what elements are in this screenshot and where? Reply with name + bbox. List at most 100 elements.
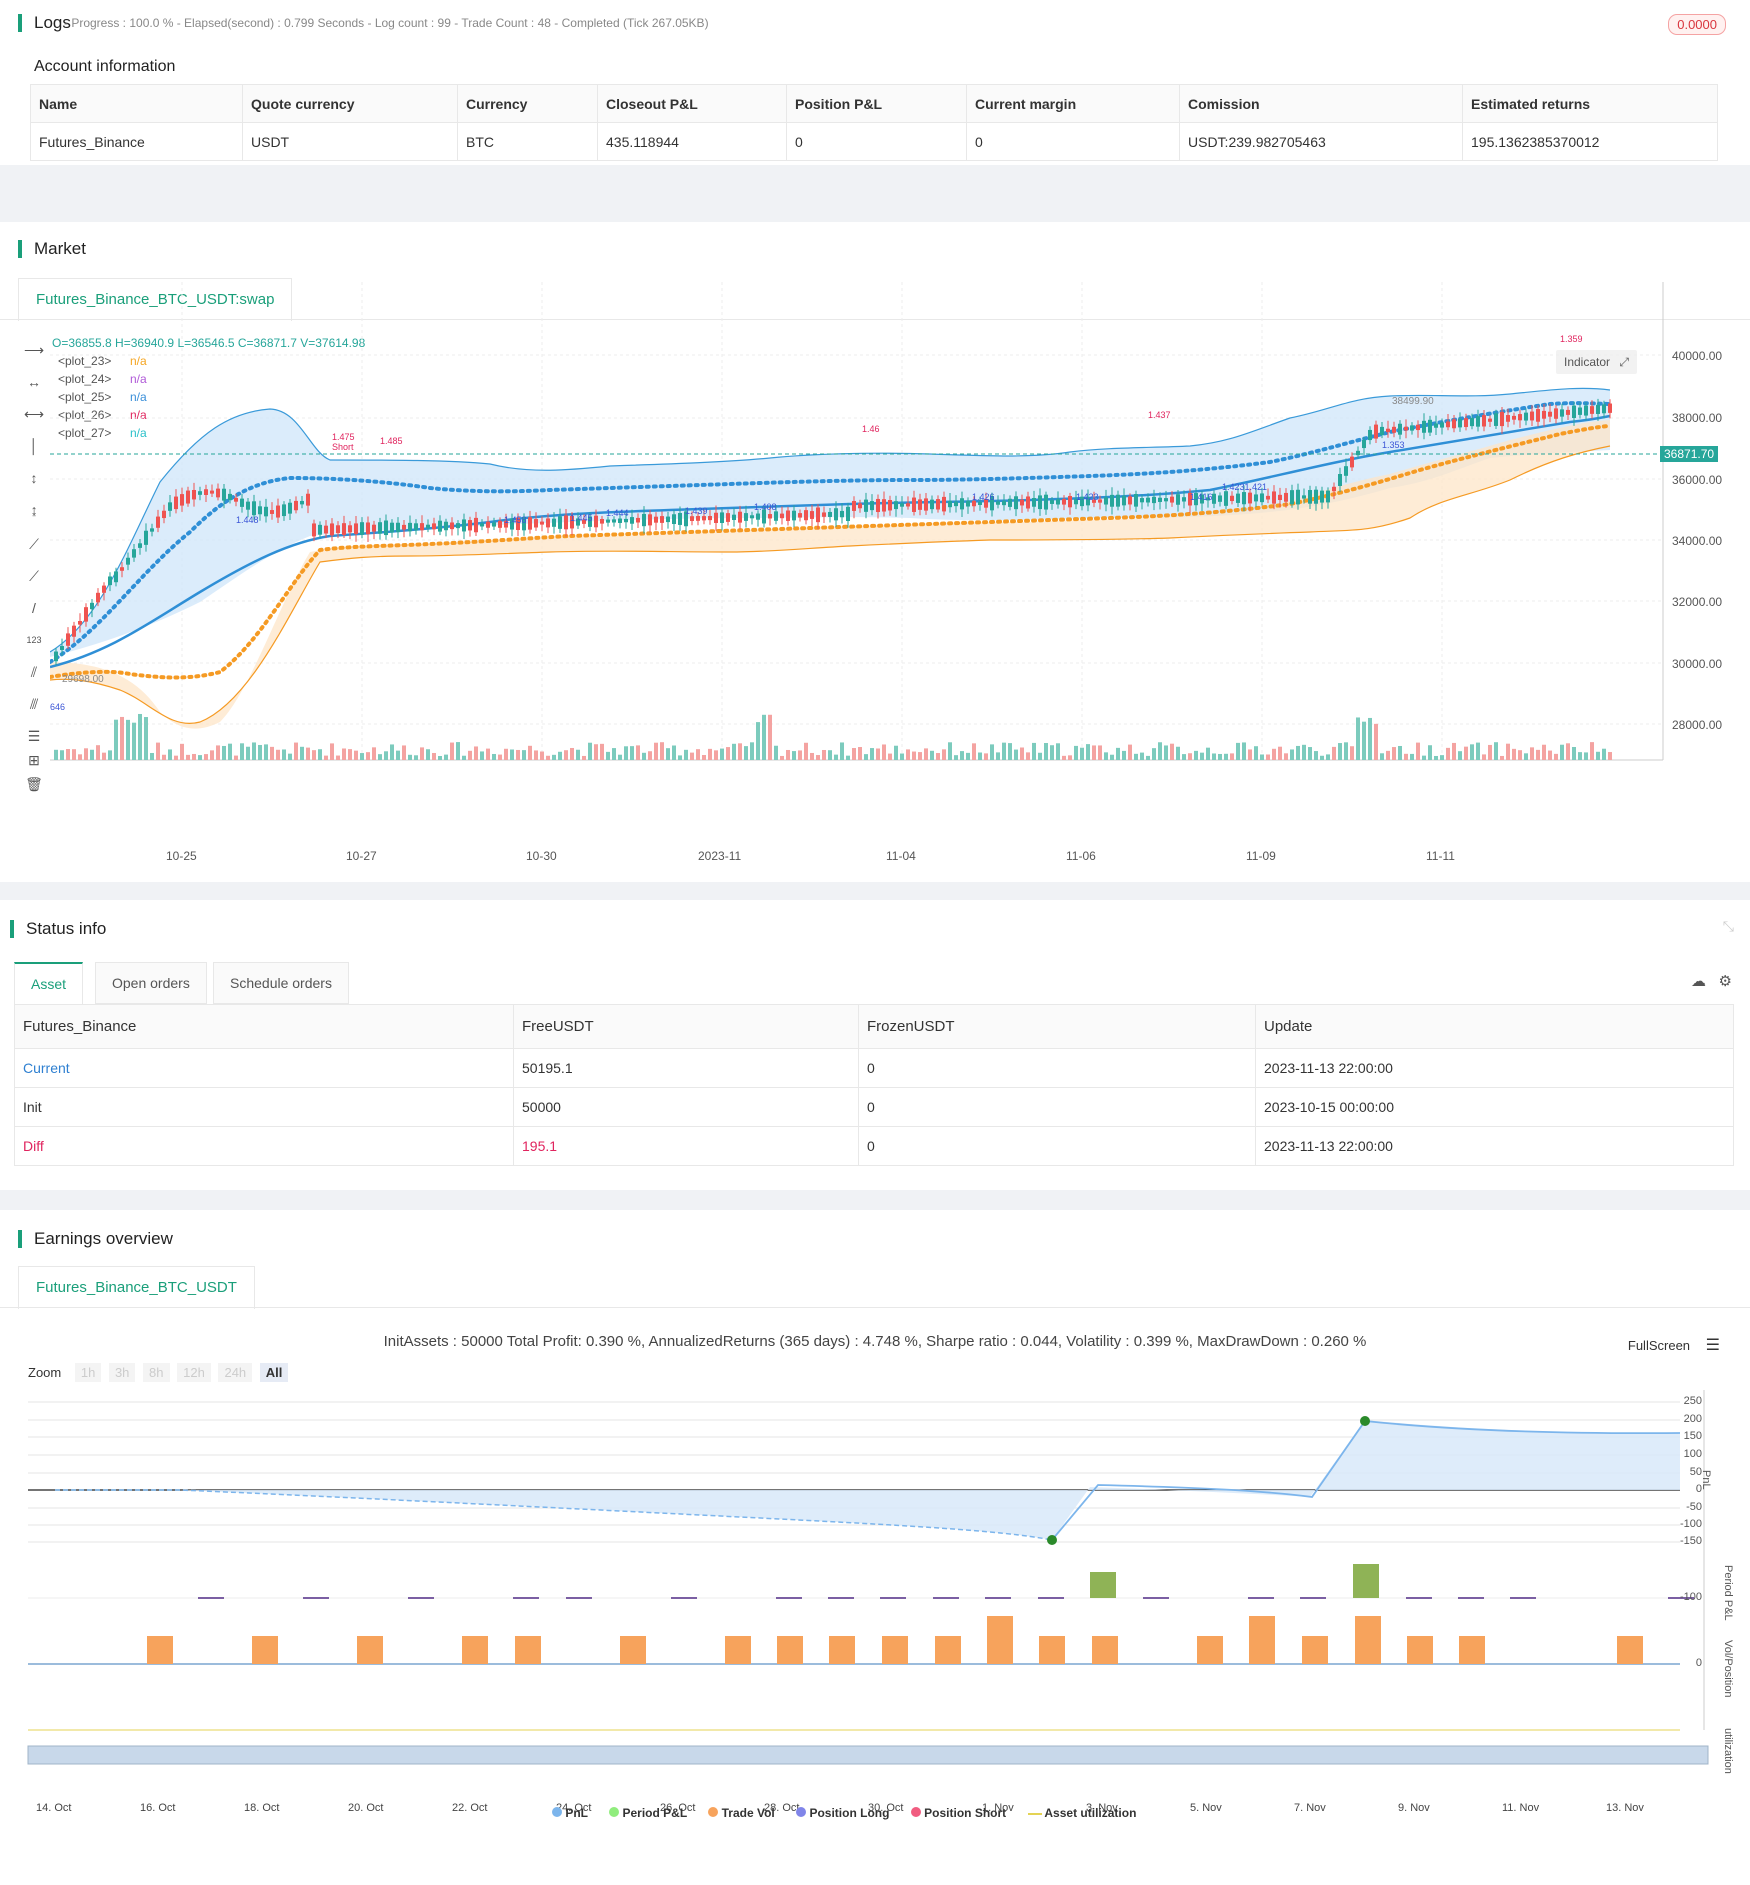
cloud-download-icon[interactable]: ☁ xyxy=(1691,972,1706,990)
zoom-label: Zoom xyxy=(28,1365,62,1380)
account-cell: 195.1362385370012 xyxy=(1462,122,1718,161)
legend-item-trade-vol[interactable]: Trade Vol xyxy=(708,1806,775,1820)
measure-tool-icon[interactable]: ⊞ xyxy=(24,750,44,770)
tab-asset[interactable]: Asset xyxy=(14,962,84,1004)
legend-item-period[interactable]: Period P&L xyxy=(609,1806,687,1820)
price-label-tool-icon[interactable]: 123 xyxy=(24,630,44,650)
account-table: Name Quote currency Currency Closeout P&… xyxy=(30,84,1718,161)
asset-cell: 2023-10-15 00:00:00 xyxy=(1255,1087,1734,1127)
status-panel: Status info ⤡ Asset Open orders Schedule… xyxy=(0,900,1750,1190)
chart-toolbar: ⟶ ↔ ⟷ │ ↕ ↨ ⟋ ⟋ / 123 ⫽ ⫻ ☰ ⊞ 🗑 xyxy=(0,340,50,860)
zoom-option[interactable]: 3h xyxy=(108,1363,136,1382)
period-pnl-bar xyxy=(1406,1597,1432,1599)
period-pnl-bar xyxy=(985,1597,1011,1599)
account-cell: USDT:239.982705463 xyxy=(1179,122,1463,161)
trade-vol-bar xyxy=(147,1636,173,1664)
legend-item-long[interactable]: Position Long xyxy=(796,1806,889,1820)
current-price-tag: 36871.70 xyxy=(1660,446,1719,462)
tab-open-orders[interactable]: Open orders xyxy=(95,962,207,1004)
asset-header: Update xyxy=(1255,1004,1734,1049)
zoom-option[interactable]: 24h xyxy=(218,1363,253,1382)
logs-panel: Logs - Progress : 100.0 % - Elapsed(seco… xyxy=(0,0,1750,165)
trade-vol-bar xyxy=(1617,1636,1643,1664)
legend-item-short[interactable]: Position Short xyxy=(910,1806,1006,1820)
period-pnl-bar xyxy=(1458,1597,1484,1599)
trade-vol-bar xyxy=(1407,1636,1433,1664)
earn-time-tick: 14. Oct xyxy=(36,1802,72,1814)
vertical-segment-tool-icon[interactable]: ↨ xyxy=(24,500,44,520)
asset-row-label: Diff xyxy=(14,1126,514,1166)
signal-label: 646 xyxy=(50,702,66,712)
account-header: Estimated returns xyxy=(1462,84,1718,123)
fib-levels-tool-icon[interactable]: ☰ xyxy=(24,726,44,746)
price-tick: 28000.00 xyxy=(1672,718,1723,732)
zoom-option-all[interactable]: All xyxy=(259,1363,289,1382)
vertical-line-tool-icon[interactable]: │ xyxy=(24,436,44,456)
signal-label: 1.416 xyxy=(1190,492,1213,502)
fib-tool-icon[interactable]: ⫻ xyxy=(24,694,44,714)
asset-cell: 0 xyxy=(858,1087,1256,1127)
asset-header: FrozenUSDT xyxy=(858,1004,1256,1049)
asset-cell: 0 xyxy=(858,1126,1256,1166)
fullscreen-button[interactable]: FullScreen ☰ xyxy=(1628,1335,1720,1355)
signal-label: 1.4231.421 xyxy=(1222,482,1268,492)
legend-dot-icon xyxy=(910,1807,921,1817)
legend-item-pnl[interactable]: PnL xyxy=(552,1806,588,1820)
time-tick: 11-06 xyxy=(1066,849,1096,863)
period-pnl-bar xyxy=(828,1597,854,1599)
earn-time-tick: 20. Oct xyxy=(348,1802,384,1814)
signal-label: 1.475 xyxy=(332,432,355,442)
horizontal-line-tool-icon[interactable]: ⟶ xyxy=(24,340,44,360)
fullscreen-label: FullScreen xyxy=(1627,1338,1691,1353)
segment-tool-icon[interactable]: / xyxy=(24,598,44,618)
logs-badge[interactable]: 0.0000 xyxy=(1668,14,1726,35)
time-axis: 10-25 10-27 10-30 2023-11 11-04 11-06 11… xyxy=(50,849,1663,865)
signal-label: 1.359 xyxy=(1560,334,1583,344)
earnings-legend: PnL Period P&L Trade Vol Position Long P… xyxy=(552,1806,1136,1820)
period-pnl-bar xyxy=(566,1597,592,1599)
zoom-option[interactable]: 1h xyxy=(74,1363,102,1382)
market-title: Market xyxy=(18,240,86,258)
asset-cell: 2023-11-13 22:00:00 xyxy=(1255,1126,1734,1166)
zoom-option[interactable]: 8h xyxy=(143,1363,170,1382)
trend-line-tool-icon[interactable]: ⟋ xyxy=(24,534,44,554)
legend-item-utilization[interactable]: Asset utilization xyxy=(1027,1806,1136,1820)
trade-vol-bar xyxy=(357,1636,383,1664)
menu-icon[interactable]: ☰ xyxy=(1706,1337,1720,1354)
period-pnl-bar xyxy=(1248,1597,1274,1599)
asset-row-label[interactable]: Current xyxy=(14,1048,514,1088)
trade-vol-bar xyxy=(1092,1636,1118,1664)
asset-cell: 195.1 xyxy=(513,1126,859,1166)
period-axis-label: Period P&L xyxy=(1722,1565,1734,1621)
horizontal-segment-tool-icon[interactable]: ⟷ xyxy=(24,404,44,424)
collapse-icon[interactable]: ⤡ xyxy=(1723,918,1734,935)
earn-time-tick: 7. Nov xyxy=(1294,1802,1326,1814)
parallel-channel-tool-icon[interactable]: ⫽ xyxy=(24,662,44,682)
account-header: Closeout P&L xyxy=(597,84,787,123)
pnl-tick: 150 xyxy=(1683,1430,1702,1442)
earnings-tab[interactable]: Futures_Binance_BTC_USDT xyxy=(18,1266,255,1309)
account-cell: Futures_Binance xyxy=(30,122,243,161)
legend-dot-icon xyxy=(708,1807,719,1817)
trash-icon[interactable]: 🗑 xyxy=(24,774,44,794)
account-cell: 435.118944 xyxy=(597,122,787,161)
earn-time-tick: 22. Oct xyxy=(452,1802,488,1814)
zoom-option[interactable]: 12h xyxy=(177,1363,211,1382)
period-pnl-bar xyxy=(1038,1597,1064,1599)
period-tick: -100 xyxy=(1679,1591,1702,1603)
time-tick: 11-04 xyxy=(886,849,916,863)
signal-label: 1.448 xyxy=(236,515,259,525)
account-cell: USDT xyxy=(242,122,458,161)
signal-label: 1.437 xyxy=(1148,410,1171,420)
signal-label: 1.426 xyxy=(972,492,995,502)
trade-vol-bar xyxy=(1302,1636,1328,1664)
time-tick: 10-25 xyxy=(166,849,197,863)
vertical-ray-tool-icon[interactable]: ↕ xyxy=(24,468,44,488)
time-tick: 2023-11 xyxy=(698,849,742,863)
settings-gear-icon[interactable]: ⚙ xyxy=(1719,972,1732,990)
horizontal-ray-tool-icon[interactable]: ↔ xyxy=(24,372,44,392)
signal-label: 1.485 xyxy=(380,436,403,446)
ray-line-tool-icon[interactable]: ⟋ xyxy=(24,566,44,586)
tab-schedule-orders[interactable]: Schedule orders xyxy=(213,962,349,1004)
signal-label: 1.46 xyxy=(862,424,880,434)
